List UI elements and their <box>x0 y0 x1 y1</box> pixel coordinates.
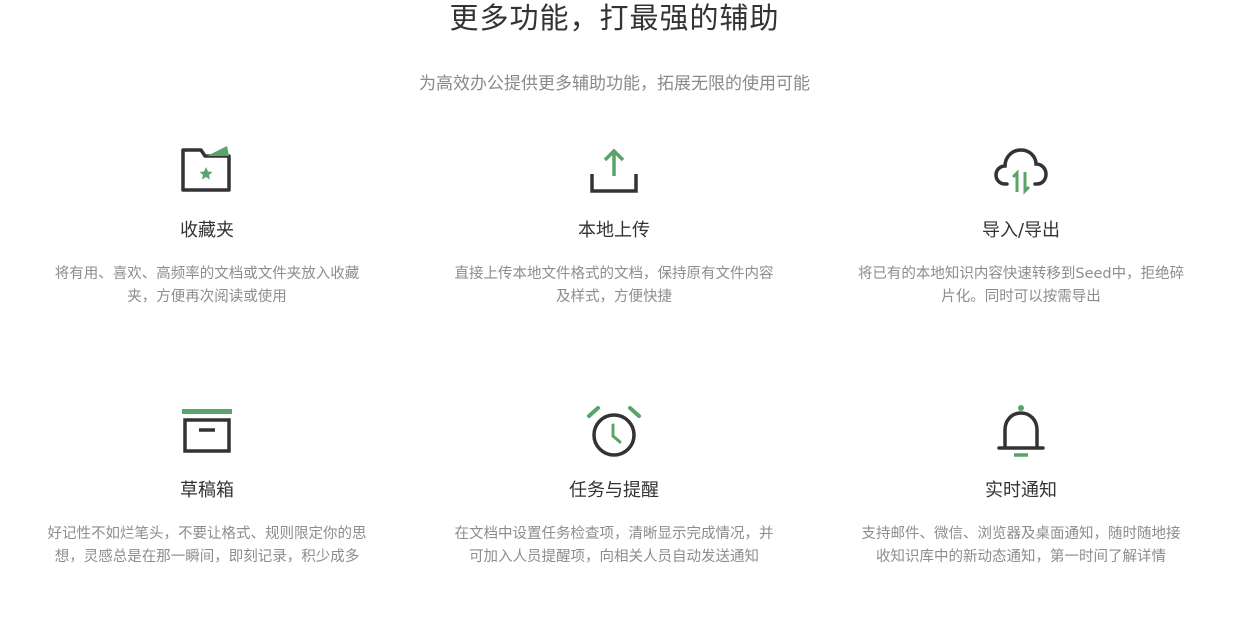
feature-title: 草稿箱 <box>180 480 234 501</box>
feature-title: 任务与提醒 <box>569 480 659 501</box>
feature-card-upload: 本地上传 直接上传本地文件格式的文档，保持原有文件内容及样式，方便快捷 <box>444 140 784 309</box>
favorites-folder-icon <box>181 146 231 192</box>
feature-title: 导入/导出 <box>981 220 1061 241</box>
upload-icon <box>590 148 638 193</box>
feature-description: 直接上传本地文件格式的文档，保持原有文件内容及样式，方便快捷 <box>454 266 774 305</box>
feature-title: 实时通知 <box>985 480 1057 501</box>
feature-grid: 收藏夹 将有用、喜欢、高频率的文档或文件夹放入收藏夹，方便再次阅读或使用 本地上… <box>0 0 1259 619</box>
feature-description: 在文档中设置任务检查项，清晰显示完成情况，并可加入人员提醒项，向相关人员自动发送… <box>454 526 774 565</box>
feature-card-drafts: 草稿箱 好记性不如烂笔头，不要让格式、规则限定你的思想，灵感总是在那一瞬间，即刻… <box>37 400 377 569</box>
alarm-clock-icon <box>587 406 641 457</box>
feature-description: 支持邮件、微信、浏览器及桌面通知，随时随地接收知识库中的新动态通知，第一时间了解… <box>861 526 1181 565</box>
cloud-transfer-icon <box>994 148 1048 195</box>
feature-title: 本地上传 <box>578 220 650 241</box>
feature-description: 将有用、喜欢、高频率的文档或文件夹放入收藏夹，方便再次阅读或使用 <box>54 266 360 305</box>
feature-card-favorites: 收藏夹 将有用、喜欢、高频率的文档或文件夹放入收藏夹，方便再次阅读或使用 <box>37 140 377 309</box>
feature-title: 收藏夹 <box>180 220 234 241</box>
archive-box-icon <box>182 409 232 453</box>
feature-card-import-export: 导入/导出 将已有的本地知识内容快速转移到Seed中，拒绝碎片化。同时可以按需导… <box>851 140 1191 309</box>
feature-description: 好记性不如烂笔头，不要让格式、规则限定你的思想，灵感总是在那一瞬间，即刻记录，积… <box>47 526 367 565</box>
bell-icon <box>997 405 1045 457</box>
feature-description: 将已有的本地知识内容快速转移到Seed中，拒绝碎片化。同时可以按需导出 <box>857 266 1185 305</box>
feature-card-notifications: 实时通知 支持邮件、微信、浏览器及桌面通知，随时随地接收知识库中的新动态通知，第… <box>851 400 1191 569</box>
feature-card-tasks: 任务与提醒 在文档中设置任务检查项，清晰显示完成情况，并可加入人员提醒项，向相关… <box>444 400 784 569</box>
